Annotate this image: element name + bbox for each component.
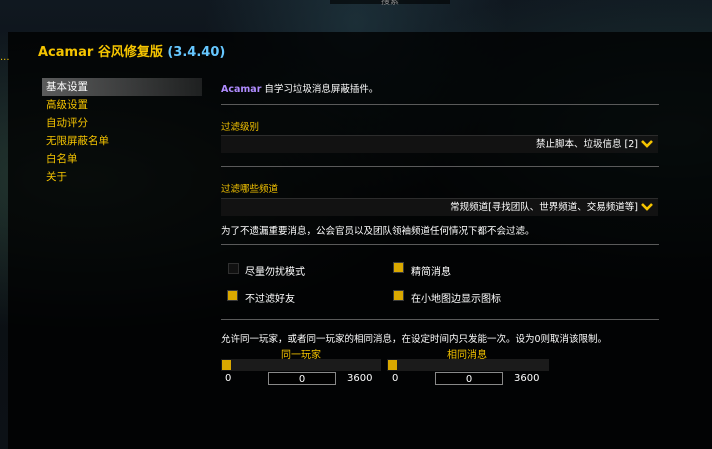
addon-version: (3.4.40) (167, 45, 226, 60)
chevron-down-icon[interactable] (640, 138, 654, 150)
checkbox-compact-messages[interactable] (393, 262, 404, 273)
search-label: 搜索 (380, 0, 399, 7)
checkbox-no-filter-friends[interactable] (227, 290, 238, 301)
checkbox-label: 尽量勿扰模式 (245, 267, 305, 278)
slider-same-message[interactable] (387, 359, 549, 371)
filter-level-value: 禁止脚本、垃圾信息 [2] (536, 139, 638, 150)
slider-value-input[interactable]: 0 (435, 372, 503, 385)
sidebar-item-basic-settings[interactable]: 基本设置 (42, 78, 202, 96)
search-bar-top[interactable]: 搜索 (330, 0, 450, 7)
slider-thumb[interactable] (388, 360, 397, 370)
checkbox-label: 精简消息 (411, 267, 451, 278)
slider-min: 0 (225, 373, 232, 384)
page-title: Acamar 谷风修复版 (3.4.40) (38, 41, 225, 60)
repeat-note: 允许同一玩家，或者同一玩家的相同消息，在设定时间内只发能一次。设为0则取消该限制… (221, 334, 608, 345)
slider-min: 0 (392, 373, 399, 384)
slider-same-player[interactable] (221, 359, 381, 371)
filter-channels-label: 过滤哪些频道 (221, 184, 279, 195)
addon-title-rest: 谷风修复版 (97, 45, 163, 60)
sidebar-item-auto-rating[interactable]: 自动评分 (42, 114, 202, 132)
filter-channels-dropdown[interactable]: 常规频道[寻找团队、世界频道、交易频道等] (221, 198, 658, 216)
sidebar-item-about[interactable]: 关于 (42, 168, 202, 186)
divider (221, 244, 659, 245)
description-text: 自学习垃圾消息屏蔽插件。 (261, 84, 379, 95)
checkbox-quiet-mode[interactable] (228, 263, 239, 274)
sidebar-item-whitelist[interactable]: 白名单 (42, 150, 202, 168)
checkbox-minimap-icon[interactable] (393, 290, 404, 301)
description-brand: Acamar (221, 84, 262, 95)
divider (221, 319, 659, 320)
filter-level-dropdown[interactable]: 禁止脚本、垃圾信息 [2] (221, 135, 658, 153)
addon-description: Acamar 自学习垃圾消息屏蔽插件。 (221, 81, 378, 95)
addon-name: Acamar (38, 45, 94, 60)
slider-max: 3600 (347, 373, 373, 384)
checkbox-label: 在小地图边显示图标 (411, 294, 501, 305)
sidebar: 基本设置 高级设置 自动评分 无限屏蔽名单 白名单 关于 (42, 78, 202, 186)
filter-level-label: 过滤级别 (221, 122, 260, 133)
sidebar-item-advanced-settings[interactable]: 高级设置 (42, 96, 202, 114)
checkbox-label: 不过滤好友 (245, 294, 295, 305)
slider-value-input[interactable]: 0 (268, 372, 336, 385)
slider-max: 3600 (514, 373, 540, 384)
side-marker: ... (0, 52, 10, 63)
chevron-down-icon[interactable] (640, 201, 654, 213)
divider (221, 166, 659, 167)
divider (221, 104, 659, 105)
channel-note: 为了不遗漏重要消息，公会官员以及团队领袖频道任何情况下都不会过滤。 (221, 226, 535, 237)
sidebar-item-permanent-block-list[interactable]: 无限屏蔽名单 (42, 132, 202, 150)
slider-thumb[interactable] (222, 360, 231, 370)
filter-channels-value: 常规频道[寻找团队、世界频道、交易频道等] (450, 202, 638, 213)
